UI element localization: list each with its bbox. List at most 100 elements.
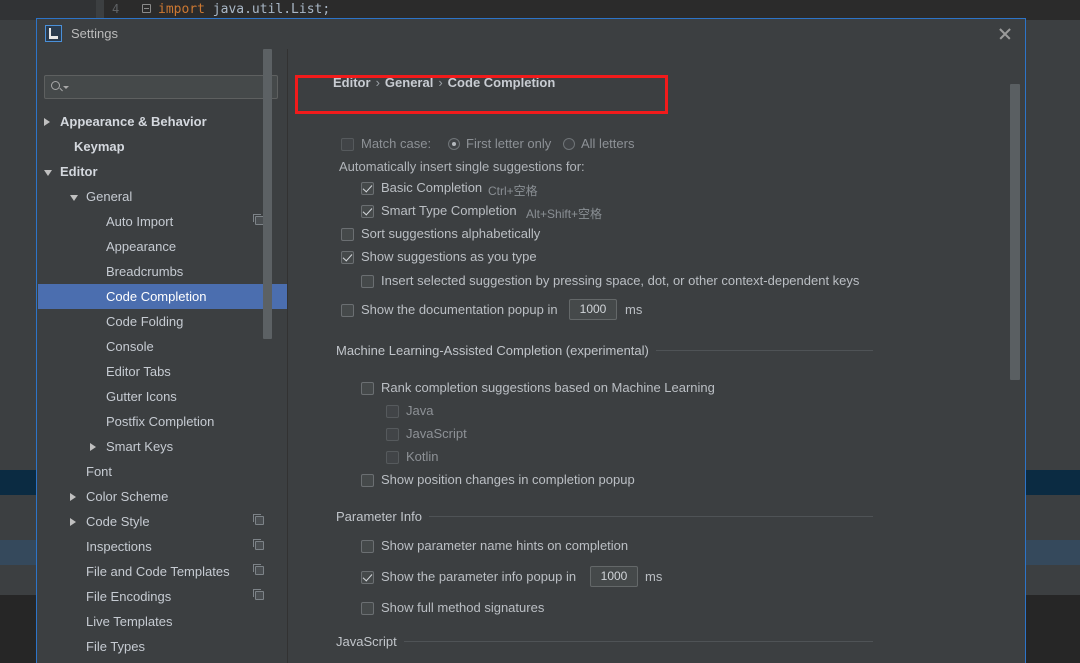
breadcrumb-separator-1: › bbox=[375, 75, 380, 90]
copy-settings-icon[interactable] bbox=[253, 514, 264, 525]
chevron-right-icon[interactable] bbox=[44, 118, 50, 126]
chevron-down-icon[interactable] bbox=[63, 86, 69, 89]
ml-java-checkbox[interactable] bbox=[386, 405, 399, 418]
chevron-right-icon[interactable] bbox=[90, 443, 96, 451]
settings-sidebar: Appearance & Behavior Keymap Editor General… bbox=[38, 49, 288, 663]
sidebar-item-smart-keys[interactable]: Smart Keys bbox=[38, 434, 288, 459]
search-input[interactable] bbox=[44, 75, 278, 99]
content-scrollbar-track[interactable] bbox=[1010, 49, 1022, 663]
copy-settings-icon[interactable] bbox=[253, 589, 264, 600]
sidebar-item-inspections[interactable]: Inspections bbox=[38, 534, 288, 559]
chevron-right-icon[interactable] bbox=[70, 518, 76, 526]
copy-settings-icon[interactable] bbox=[253, 539, 264, 550]
param-info-popup-checkbox[interactable] bbox=[361, 571, 374, 584]
sidebar-item-label: File and Code Templates bbox=[86, 564, 230, 579]
parameter-info-title: Parameter Info bbox=[336, 509, 429, 524]
sidebar-item-appearance-behavior[interactable]: Appearance & Behavior bbox=[38, 109, 288, 134]
close-icon[interactable] bbox=[995, 24, 1015, 44]
code-keyword: import bbox=[158, 2, 205, 17]
content-scrollbar-thumb[interactable] bbox=[1010, 84, 1020, 380]
sidebar-item-code-completion[interactable]: Code Completion bbox=[38, 284, 288, 309]
sidebar-item-editor-tabs[interactable]: Editor Tabs bbox=[38, 359, 288, 384]
breadcrumb-general[interactable]: General bbox=[385, 75, 433, 90]
ml-kotlin-label: Kotlin bbox=[406, 449, 439, 464]
match-case-label: Match case: bbox=[361, 136, 432, 151]
basic-completion-checkbox[interactable] bbox=[361, 182, 374, 195]
sidebar-item-color-scheme[interactable]: Color Scheme bbox=[38, 484, 288, 509]
search-field-wrapper[interactable] bbox=[44, 75, 278, 99]
all-letters-radio[interactable] bbox=[563, 138, 575, 150]
smart-type-completion-label: Smart Type Completion bbox=[381, 203, 517, 218]
param-name-hints-checkbox[interactable] bbox=[361, 540, 374, 553]
sort-alphabetically-checkbox[interactable] bbox=[341, 228, 354, 241]
basic-completion-label: Basic Completion bbox=[381, 180, 483, 195]
ml-javascript-checkbox[interactable] bbox=[386, 428, 399, 441]
match-case-checkbox[interactable] bbox=[341, 138, 354, 151]
settings-content: Editor › General › Code Completion Match cas… bbox=[288, 49, 1024, 663]
sidebar-item-general[interactable]: General bbox=[38, 184, 288, 209]
sidebar-item-label: Auto Import bbox=[106, 214, 174, 229]
code-rest: java.util.List; bbox=[204, 2, 331, 17]
breadcrumb-code-completion: Code Completion bbox=[447, 75, 556, 90]
rank-completion-checkbox[interactable] bbox=[361, 382, 374, 395]
sidebar-item-auto-import[interactable]: Auto Import bbox=[38, 209, 288, 234]
sidebar-item-live-templates[interactable]: Live Templates bbox=[38, 609, 288, 634]
param-info-delay-input[interactable]: 1000 bbox=[590, 566, 638, 587]
bg-gutter-strip bbox=[0, 0, 96, 20]
first-letter-only-label: First letter only bbox=[466, 136, 552, 151]
show-position-changes-checkbox[interactable] bbox=[361, 474, 374, 487]
show-position-changes-label: Show position changes in completion popu… bbox=[381, 472, 635, 487]
code-fold-icon[interactable] bbox=[142, 4, 151, 13]
auto-insert-header: Automatically insert single suggestions … bbox=[339, 159, 585, 174]
sidebar-item-file-and-code-templates[interactable]: File and Code Templates bbox=[38, 559, 288, 584]
sidebar-item-code-folding[interactable]: Code Folding bbox=[38, 309, 288, 334]
doc-popup-checkbox[interactable] bbox=[341, 304, 354, 317]
sidebar-item-label: Android Layout Editor bbox=[86, 659, 211, 663]
breadcrumb-editor[interactable]: Editor bbox=[333, 75, 371, 90]
smart-type-completion-shortcut: Alt+Shift+空格 bbox=[526, 207, 603, 221]
sidebar-item-label: Smart Keys bbox=[106, 439, 174, 454]
chevron-down-icon[interactable] bbox=[70, 195, 78, 201]
smart-type-completion-checkbox[interactable] bbox=[361, 205, 374, 218]
settings-tree: Appearance & Behavior Keymap Editor General… bbox=[38, 109, 288, 663]
sidebar-item-gutter-icons[interactable]: Gutter Icons bbox=[38, 384, 288, 409]
sidebar-item-code-style[interactable]: Code Style bbox=[38, 509, 288, 534]
ml-java-label: Java bbox=[406, 403, 434, 418]
javascript-section-title: JavaScript bbox=[336, 634, 404, 649]
ml-kotlin-checkbox[interactable] bbox=[386, 451, 399, 464]
sidebar-item-console[interactable]: Console bbox=[38, 334, 288, 359]
sidebar-item-label: Editor bbox=[60, 164, 98, 179]
first-letter-only-radio[interactable] bbox=[448, 138, 460, 150]
rank-completion-label: Rank completion suggestions based on Mac… bbox=[381, 380, 715, 395]
sidebar-item-postfix-completion[interactable]: Postfix Completion bbox=[38, 409, 288, 434]
sidebar-item-file-encodings[interactable]: File Encodings bbox=[38, 584, 288, 609]
sidebar-item-keymap[interactable]: Keymap bbox=[38, 134, 288, 159]
sidebar-item-label: Font bbox=[86, 464, 113, 479]
basic-completion-shortcut: Ctrl+空格 bbox=[488, 184, 538, 198]
sidebar-item-label: File Encodings bbox=[86, 589, 172, 604]
dialog-titlebar: Settings bbox=[37, 19, 1025, 49]
copy-settings-icon[interactable] bbox=[253, 564, 264, 575]
doc-popup-unit: ms bbox=[625, 302, 643, 317]
chevron-right-icon[interactable] bbox=[70, 493, 76, 501]
sidebar-item-label: Postfix Completion bbox=[106, 414, 215, 429]
sidebar-scrollbar-track[interactable] bbox=[263, 49, 280, 663]
show-as-you-type-checkbox[interactable] bbox=[341, 251, 354, 264]
sidebar-item-label: Console bbox=[106, 339, 154, 354]
ml-section-title: Machine Learning-Assisted Completion (ex… bbox=[336, 343, 656, 358]
sort-alphabetically-label: Sort suggestions alphabetically bbox=[361, 226, 541, 241]
doc-popup-delay-input[interactable]: 1000 bbox=[569, 299, 617, 320]
chevron-down-icon[interactable] bbox=[44, 170, 52, 176]
full-signatures-label: Show full method signatures bbox=[381, 600, 545, 615]
full-signatures-checkbox[interactable] bbox=[361, 602, 374, 615]
sidebar-item-font[interactable]: Font bbox=[38, 459, 288, 484]
sidebar-item-android-layout-editor[interactable]: Android Layout Editor bbox=[38, 659, 288, 663]
insert-selected-checkbox[interactable] bbox=[361, 275, 374, 288]
sidebar-item-breadcrumbs[interactable]: Breadcrumbs bbox=[38, 259, 288, 284]
sidebar-item-editor[interactable]: Editor bbox=[38, 159, 288, 184]
sidebar-item-appearance[interactable]: Appearance bbox=[38, 234, 288, 259]
sidebar-item-file-types[interactable]: File Types bbox=[38, 634, 288, 659]
bg-fold-strip bbox=[96, 0, 104, 20]
sidebar-scrollbar-thumb[interactable] bbox=[263, 49, 272, 339]
dialog-title: Settings bbox=[71, 26, 118, 41]
